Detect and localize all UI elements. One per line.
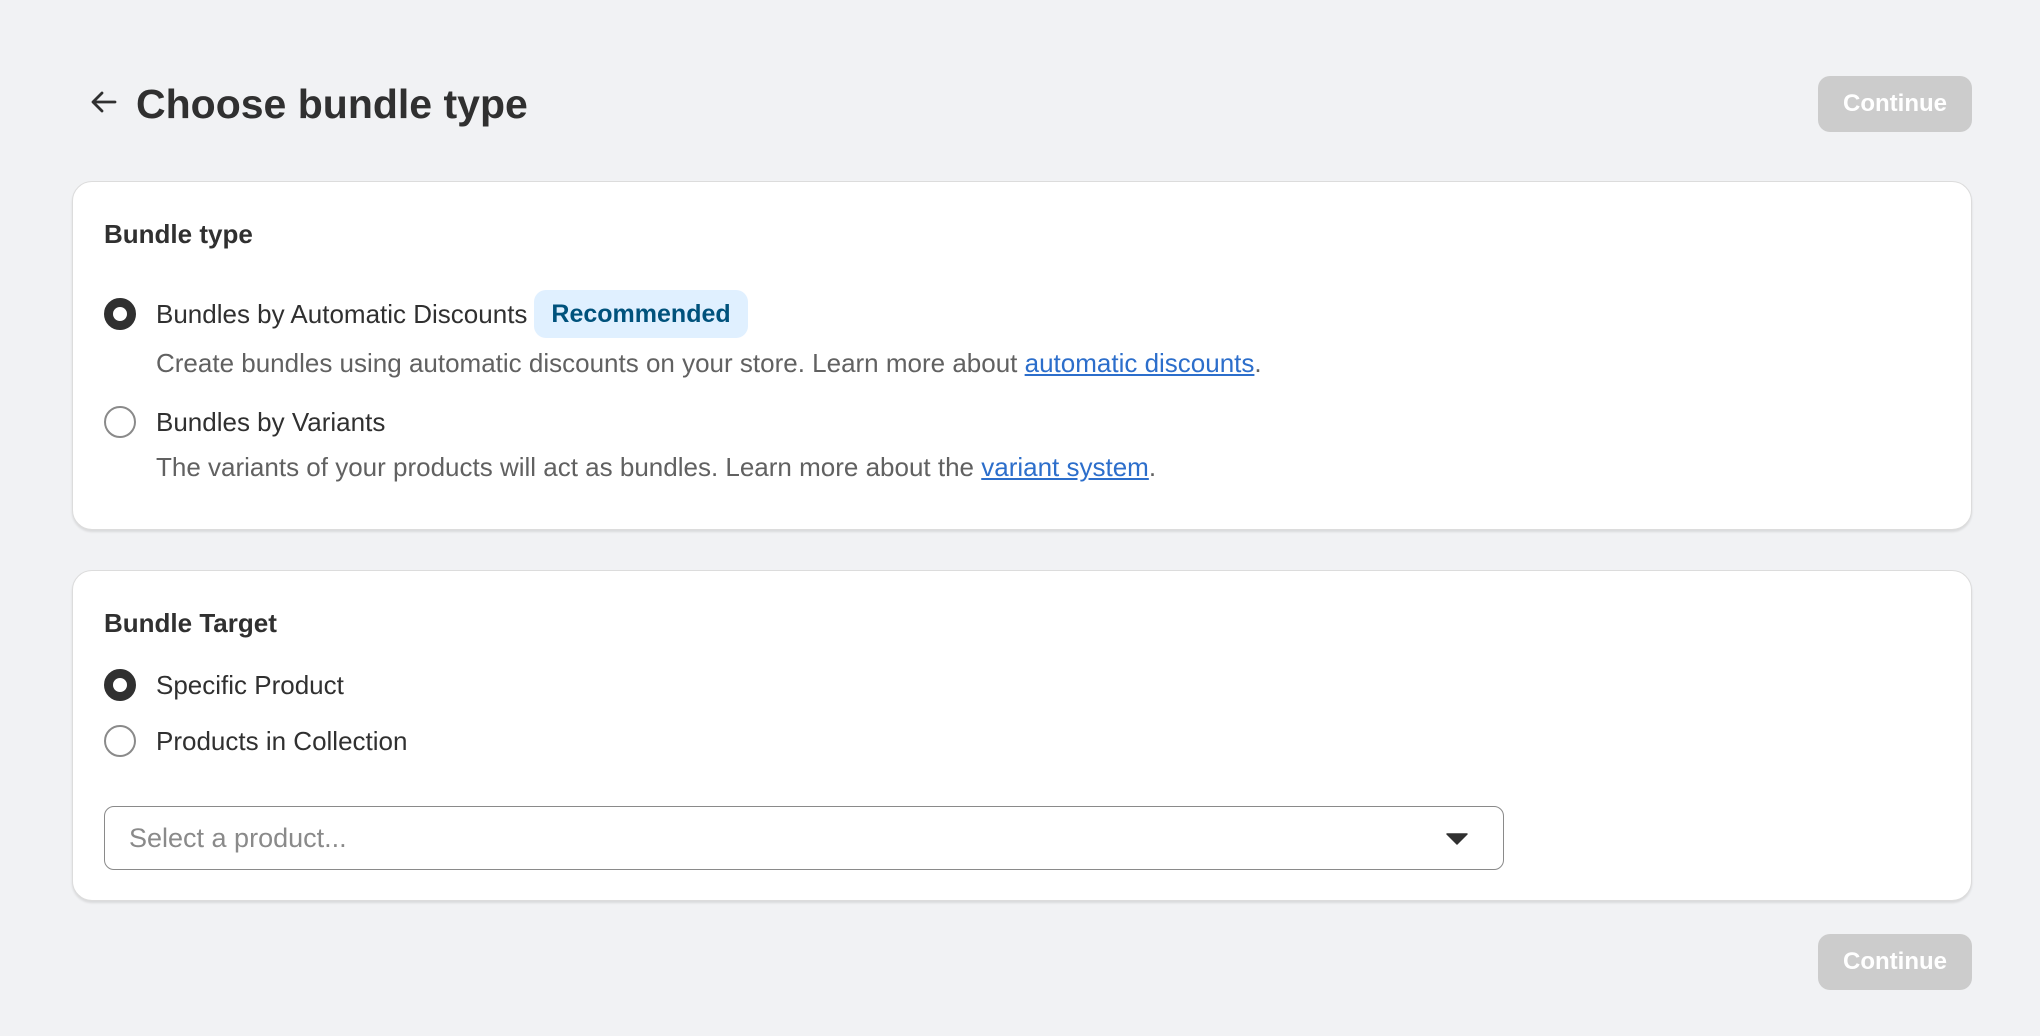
bundle-type-title: Bundle type: [104, 219, 253, 249]
page: Choose bundle type Continue Bundle type …: [72, 0, 1972, 1036]
caret-down-icon: [1445, 832, 1469, 851]
option-label-variants: Bundles by Variants: [156, 406, 386, 437]
radio-products-in-collection[interactable]: [104, 725, 136, 757]
recommended-badge: Recommended: [534, 290, 748, 338]
option-variants[interactable]: Bundles by Variants: [104, 404, 385, 440]
option-specific-product[interactable]: Specific Product: [104, 667, 344, 703]
select-placeholder: Select a product...: [129, 823, 347, 853]
bundle-type-card: Bundle type Bundles by Automatic Discoun…: [72, 181, 1972, 530]
radio-specific-product[interactable]: [104, 669, 136, 701]
continue-button-top[interactable]: Continue: [1818, 76, 1972, 132]
page-title: Choose bundle type: [136, 81, 528, 127]
automatic-discounts-link[interactable]: automatic discounts: [1025, 348, 1255, 378]
option-label-products-in-collection: Products in Collection: [156, 725, 408, 756]
help-text-automatic-discounts: Create bundles using automatic discounts…: [156, 348, 1262, 378]
radio-automatic-discounts[interactable]: [104, 298, 136, 330]
back-button[interactable]: [84, 84, 124, 124]
page-footer: Continue: [72, 920, 1972, 992]
product-select[interactable]: Select a product...: [104, 806, 1504, 870]
radio-variants[interactable]: [104, 406, 136, 438]
page-header: Choose bundle type Continue: [72, 72, 1972, 136]
help-text-variants: The variants of your products will act a…: [156, 452, 1157, 482]
continue-button-bottom[interactable]: Continue: [1818, 934, 1972, 990]
option-automatic-discounts[interactable]: Bundles by Automatic Discounts Recommend…: [104, 290, 748, 338]
option-label-automatic-discounts: Bundles by Automatic Discounts: [156, 298, 528, 329]
arrow-left-icon: [89, 87, 119, 122]
bundle-target-title: Bundle Target: [104, 608, 277, 638]
option-products-in-collection[interactable]: Products in Collection: [104, 723, 407, 759]
variant-system-link[interactable]: variant system: [981, 452, 1149, 482]
bundle-target-card: Bundle Target Specific Product Products …: [72, 570, 1972, 901]
option-label-specific-product: Specific Product: [156, 669, 344, 700]
